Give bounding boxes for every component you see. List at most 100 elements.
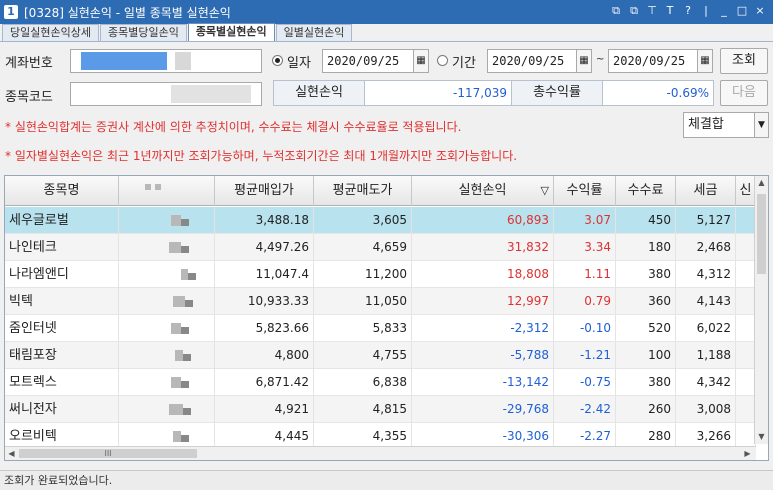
cell-avg-sell: 3,605 xyxy=(314,207,412,234)
header-avg-sell[interactable]: 평균매도가 xyxy=(314,176,412,206)
cell-credit xyxy=(736,207,756,234)
cell-realized-pnl: -2,312 xyxy=(412,315,554,342)
header-stock-name[interactable]: 종목명 xyxy=(5,176,119,206)
masked-value xyxy=(181,435,189,442)
tab-intraday-detail[interactable]: 당일실현손익상세 xyxy=(2,24,99,41)
table-row[interactable]: 줌인터넷 5,823.66 5,833 -2,312 -0.10 520 6,022 xyxy=(5,315,756,342)
header-tax[interactable]: 세금 xyxy=(676,176,736,206)
radio-date[interactable] xyxy=(272,55,283,66)
cell-credit xyxy=(736,288,756,315)
stock-code-field[interactable] xyxy=(70,82,262,106)
table-row[interactable]: 빅텍 10,933.33 11,050 12,997 0.79 360 4,143 xyxy=(5,288,756,315)
cell-return: -2.42 xyxy=(554,396,616,423)
masked-value xyxy=(169,242,181,253)
font-icon[interactable]: T xyxy=(663,4,677,18)
cell-realized-pnl: -13,142 xyxy=(412,369,554,396)
cell-return: 1.11 xyxy=(554,261,616,288)
masked-value xyxy=(171,377,181,388)
table-row[interactable]: 태림포장 4,800 4,755 -5,788 -1.21 100 1,188 xyxy=(5,342,756,369)
cell-return: -0.10 xyxy=(554,315,616,342)
cell-fee: 360 xyxy=(616,288,676,315)
cell-avg-buy: 4,800 xyxy=(215,342,314,369)
masked-header xyxy=(145,184,151,190)
table-row[interactable]: 써니전자 4,921 4,815 -29,768 -2.42 260 3,008 xyxy=(5,396,756,423)
cell-realized-pnl: -5,788 xyxy=(412,342,554,369)
cell-credit xyxy=(736,369,756,396)
cell-fee: 180 xyxy=(616,234,676,261)
status-text: 조회가 완료되었습니다. xyxy=(4,474,113,487)
scroll-up-icon[interactable]: ▲ xyxy=(755,176,768,190)
account-label: 계좌번호 xyxy=(5,56,53,71)
cell-stock-name: 모트렉스 xyxy=(5,369,119,396)
calendar-icon[interactable]: ▦ xyxy=(413,49,429,73)
scroll-thumb[interactable] xyxy=(757,194,766,274)
date-input[interactable]: 2020/09/25 xyxy=(322,49,414,73)
masked-value xyxy=(181,246,189,253)
next-button[interactable]: 다음 xyxy=(720,80,768,106)
pin-icon[interactable]: ⊤ xyxy=(645,4,659,18)
cell-realized-pnl: 18,808 xyxy=(412,261,554,288)
tab-stock-realized-pnl[interactable]: 종목별실현손익 xyxy=(187,23,275,41)
tab-stock-today-pnl[interactable]: 종목별당일손익 xyxy=(99,24,187,41)
stock-code-label: 종목코드 xyxy=(5,90,53,105)
period-to-input[interactable]: 2020/09/25 xyxy=(608,49,698,73)
maximize-icon[interactable]: □ xyxy=(735,4,749,18)
note-estimate: * 실현손익합계는 증권사 계산에 의한 추정치이며, 수수료는 체결시 수수료… xyxy=(5,120,462,134)
restore-icon[interactable]: ⧉ xyxy=(609,4,623,18)
tab-daily-realized-pnl[interactable]: 일별실현손익 xyxy=(275,24,353,41)
horizontal-scrollbar[interactable]: ◀ III ▶ xyxy=(5,446,756,460)
cell-fee: 380 xyxy=(616,369,676,396)
cell-avg-buy: 5,823.66 xyxy=(215,315,314,342)
cell-stock-name: 태림포장 xyxy=(5,342,119,369)
table-row[interactable]: 나인테크 4,497.26 4,659 31,832 3.34 180 2,468 xyxy=(5,234,756,261)
scroll-down-icon[interactable]: ▼ xyxy=(755,430,768,444)
masked-value xyxy=(183,354,191,361)
scroll-right-icon[interactable]: ▶ xyxy=(741,447,754,460)
cell-stock-name: 써니전자 xyxy=(5,396,119,423)
radio-period-label: 기간 xyxy=(452,56,476,71)
cell-credit xyxy=(736,396,756,423)
execution-select[interactable]: 체결합 ▼ xyxy=(683,112,769,138)
period-from-input[interactable]: 2020/09/25 xyxy=(487,49,577,73)
header-masked[interactable] xyxy=(119,176,215,206)
masked-value xyxy=(171,215,181,226)
cell-credit xyxy=(736,315,756,342)
header-credit[interactable]: 신 xyxy=(736,176,756,206)
cell-realized-pnl: 31,832 xyxy=(412,234,554,261)
masked-stock-name xyxy=(171,85,251,103)
copy-icon[interactable]: ⧉ xyxy=(627,4,641,18)
cell-masked xyxy=(119,207,215,234)
minimize-icon[interactable]: _ xyxy=(717,4,731,18)
calendar-icon[interactable]: ▦ xyxy=(697,49,713,73)
vertical-scrollbar[interactable]: ▲ ▼ xyxy=(754,176,768,444)
execution-select-value: 체결합 xyxy=(688,117,724,132)
calendar-icon[interactable]: ▦ xyxy=(576,49,592,73)
masked-header xyxy=(155,184,161,190)
cell-stock-name: 줌인터넷 xyxy=(5,315,119,342)
masked-value xyxy=(173,296,185,307)
realized-pnl-grid: 종목명 평균매입가 평균매도가 실현손익 ▽ 수익률 수수료 세금 신 세우글로… xyxy=(4,175,769,461)
radio-period[interactable] xyxy=(437,55,448,66)
masked-account-suffix xyxy=(175,52,191,70)
close-icon[interactable]: × xyxy=(753,4,767,18)
cell-tax: 6,022 xyxy=(676,315,736,342)
table-row[interactable]: 모트렉스 6,871.42 6,838 -13,142 -0.75 380 4,342 xyxy=(5,369,756,396)
cell-realized-pnl: 12,997 xyxy=(412,288,554,315)
help-icon[interactable]: ? xyxy=(681,4,695,18)
header-fee[interactable]: 수수료 xyxy=(616,176,676,206)
scroll-left-icon[interactable]: ◀ xyxy=(5,447,18,460)
account-field[interactable] xyxy=(70,49,262,73)
masked-value xyxy=(181,219,189,226)
header-realized-pnl[interactable]: 실현손익 ▽ xyxy=(412,176,554,206)
total-return-value: -0.69% xyxy=(602,80,714,106)
cell-avg-sell: 4,659 xyxy=(314,234,412,261)
table-row[interactable]: 나라엠앤디 11,047.4 11,200 18,808 1.11 380 4,312 xyxy=(5,261,756,288)
search-button[interactable]: 조회 xyxy=(720,48,768,74)
scroll-thumb[interactable]: III xyxy=(19,449,197,458)
window-title: [0328] 실현손익 - 일별 종목별 실현손익 xyxy=(24,5,231,20)
chevron-down-icon[interactable]: ▼ xyxy=(754,113,768,137)
table-row[interactable]: 세우글로벌 3,488.18 3,605 60,893 3.07 450 5,127 xyxy=(5,207,756,234)
header-avg-buy[interactable]: 평균매입가 xyxy=(215,176,314,206)
header-return[interactable]: 수익률 xyxy=(554,176,616,206)
sort-desc-icon: ▽ xyxy=(540,184,549,197)
